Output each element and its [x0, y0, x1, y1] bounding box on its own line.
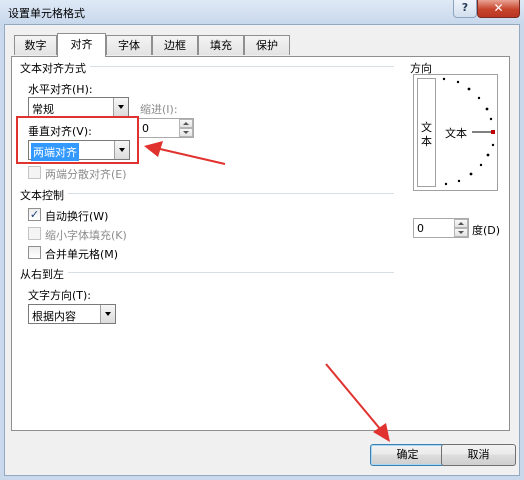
dial-handle[interactable]	[491, 130, 495, 134]
spin-down-icon[interactable]	[179, 128, 193, 137]
tab-border[interactable]: 边框	[152, 35, 198, 55]
text-direction-select[interactable]: 根据内容	[28, 304, 116, 324]
divider	[67, 272, 394, 273]
distributed-checkbox[interactable]	[28, 166, 41, 179]
window-title: 设置单元格格式	[8, 7, 85, 20]
degree-label: 度(D)	[472, 224, 501, 237]
group-title-text-alignment: 文本对齐方式	[20, 60, 90, 76]
orientation-box: 文本 文本	[413, 74, 498, 191]
wrap-text-checkbox[interactable]: ✓	[28, 208, 41, 221]
spin-up-icon[interactable]	[179, 119, 193, 128]
shrink-to-fit-label: 缩小字体填充(K)	[45, 229, 127, 242]
indent-stepper[interactable]: 0	[138, 118, 194, 138]
tab-protection[interactable]: 保护	[244, 35, 290, 55]
text-direction-value: 根据内容	[32, 310, 76, 323]
group-title-rtl: 从右到左	[20, 266, 68, 282]
divider	[90, 66, 394, 67]
wrap-text-label: 自动换行(W)	[45, 210, 109, 223]
text-direction-label: 文字方向(T):	[28, 289, 92, 302]
group-title-text-control: 文本控制	[20, 187, 68, 203]
dialog-body: 数字 对齐 字体 边框 填充 保护 文本对齐方式 水平对齐(H): 常规 缩进(…	[4, 24, 520, 476]
vertical-text-label: 文本	[421, 121, 432, 148]
tab-font[interactable]: 字体	[106, 35, 152, 55]
alignment-panel: 文本对齐方式 水平对齐(H): 常规 缩进(I): 垂直对齐(V): 0 两端对…	[11, 56, 510, 431]
degree-stepper[interactable]: 0	[413, 218, 469, 238]
title-bar: 设置单元格格式 ? ✕	[0, 0, 524, 24]
spin-up-icon[interactable]	[454, 219, 468, 228]
horizontal-align-value: 常规	[32, 103, 54, 116]
horizontal-align-select[interactable]: 常规	[28, 97, 129, 117]
vertical-text-button[interactable]: 文本	[417, 78, 436, 187]
spin-down-icon[interactable]	[454, 228, 468, 237]
indent-label: 缩进(I):	[140, 103, 178, 116]
tab-fill[interactable]: 填充	[198, 35, 244, 55]
tab-alignment[interactable]: 对齐	[57, 33, 106, 57]
degree-value: 0	[417, 222, 424, 235]
tab-number[interactable]: 数字	[14, 35, 57, 55]
annotation-highlight-box	[16, 116, 139, 164]
distributed-label: 两端分散对齐(E)	[45, 168, 127, 181]
chevron-down-icon[interactable]	[100, 305, 115, 323]
merge-cells-checkbox[interactable]	[28, 246, 41, 259]
indent-value: 0	[142, 122, 149, 135]
help-button[interactable]: ?	[453, 0, 477, 18]
divider	[67, 193, 394, 194]
horizontal-align-label: 水平对齐(H):	[28, 83, 93, 96]
cancel-button[interactable]: 取消	[441, 444, 516, 466]
merge-cells-label: 合并单元格(M)	[45, 248, 119, 261]
close-button[interactable]: ✕	[477, 0, 520, 18]
shrink-to-fit-checkbox[interactable]	[28, 227, 41, 240]
chevron-down-icon[interactable]	[113, 98, 128, 116]
ok-button[interactable]: 确定	[370, 444, 445, 466]
dial-text-label: 文本	[445, 127, 467, 140]
